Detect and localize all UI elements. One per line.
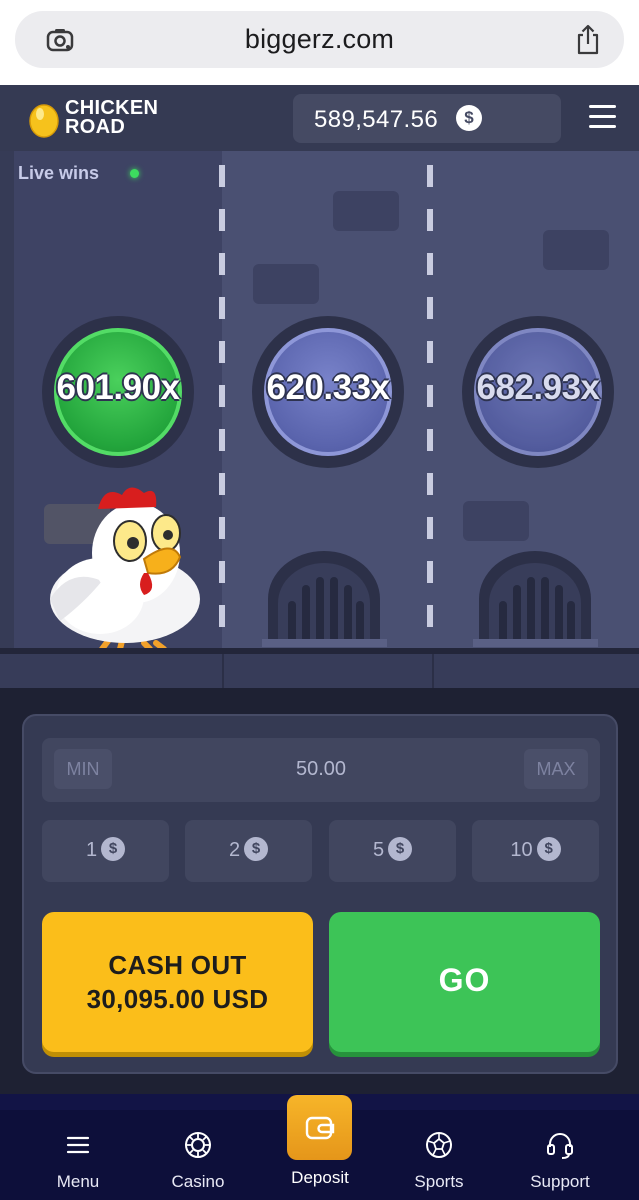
- max-bet-button[interactable]: MAX: [524, 749, 588, 789]
- go-label: GO: [438, 962, 491, 998]
- quick-bet-10-button[interactable]: 10 $: [472, 820, 599, 882]
- golden-egg-logo-icon: [29, 104, 59, 138]
- nav-label: Menu: [56, 1172, 100, 1191]
- road-bottom: [0, 654, 639, 688]
- road-brick: [543, 230, 609, 270]
- multiplier-coin-2[interactable]: 620.33x: [252, 316, 404, 468]
- nav-sports[interactable]: Sports: [389, 1130, 489, 1192]
- cash-out-button[interactable]: CASH OUT 30,095.00 USD: [42, 912, 313, 1052]
- game-header: CHICKEN ROAD 589,547.56 $: [0, 85, 639, 151]
- wallet-icon: [305, 1116, 335, 1140]
- go-button[interactable]: GO: [329, 912, 600, 1052]
- quick-bet-amount: 10: [510, 839, 533, 862]
- cash-out-amount: 30,095.00 USD: [86, 984, 269, 1014]
- url-text[interactable]: biggerz.com: [15, 24, 624, 55]
- bet-amount-row: MIN 50.00 MAX: [42, 738, 600, 802]
- share-icon[interactable]: [574, 24, 602, 56]
- soccer-ball-icon: [426, 1132, 452, 1158]
- live-wins-label[interactable]: Live wins: [18, 163, 99, 184]
- dollar-coin-icon: $: [536, 837, 561, 861]
- chicken-character-icon: [50, 487, 200, 651]
- hamburger-menu-icon[interactable]: [589, 105, 616, 129]
- bet-panel: MIN 50.00 MAX 1 $ 2 $ 5 $ 10 $ CASH OUT 30,0…: [22, 714, 618, 1074]
- balance-display: 589,547.56 $: [293, 94, 561, 143]
- multiplier-value: 601.90x: [56, 368, 180, 407]
- road-brick: [333, 191, 399, 231]
- dollar-coin-icon: $: [101, 837, 126, 861]
- browser-bar: biggerz.com: [0, 0, 639, 85]
- game-field: Live wins 601.90x 620.33x 682.93x: [0, 151, 639, 688]
- quick-bet-amount: 1: [85, 839, 98, 862]
- quick-bet-amount: 5: [372, 839, 385, 862]
- cash-out-label: CASH OUT: [108, 950, 247, 980]
- nav-support[interactable]: Support: [510, 1130, 610, 1192]
- dollar-coin-icon: $: [388, 837, 413, 861]
- nav-label: Support: [530, 1172, 590, 1191]
- lane-divider: [427, 165, 433, 648]
- sewer-grate-icon: [262, 551, 387, 647]
- deposit-label: Deposit: [291, 1168, 349, 1187]
- nav-casino[interactable]: Casino: [148, 1130, 248, 1192]
- road-brick: [463, 501, 529, 541]
- casino-chip-icon: [185, 1132, 211, 1158]
- menu-icon: [66, 1136, 90, 1154]
- deposit-button[interactable]: [287, 1095, 352, 1160]
- logo-line-2: ROAD: [65, 116, 126, 138]
- live-indicator-dot: [130, 169, 139, 178]
- multiplier-value: 682.93x: [476, 368, 600, 407]
- dollar-coin-icon: $: [244, 837, 269, 861]
- quick-bet-2-button[interactable]: 2 $: [185, 820, 312, 882]
- road-brick: [253, 264, 319, 304]
- sewer-grate-icon: [473, 551, 598, 647]
- multiplier-coin-3: 682.93x: [462, 316, 614, 468]
- nav-label: Casino: [171, 1172, 225, 1191]
- bet-amount-input[interactable]: 50.00: [42, 758, 600, 781]
- address-bar[interactable]: biggerz.com: [15, 11, 624, 68]
- quick-bet-amount: 2: [228, 839, 241, 862]
- quick-bet-1-button[interactable]: 1 $: [42, 820, 169, 882]
- nav-label: Sports: [414, 1172, 464, 1191]
- multiplier-value: 620.33x: [266, 368, 390, 407]
- lane-divider: [219, 165, 225, 648]
- dollar-coin-icon: $: [456, 105, 482, 131]
- game-logo[interactable]: CHICKEN ROAD: [65, 98, 158, 138]
- nav-menu[interactable]: Menu: [28, 1130, 128, 1192]
- multiplier-coin-1: 601.90x: [42, 316, 194, 468]
- headset-icon: [547, 1133, 573, 1159]
- balance-amount: 589,547.56: [314, 106, 439, 133]
- quick-bet-5-button[interactable]: 5 $: [329, 820, 456, 882]
